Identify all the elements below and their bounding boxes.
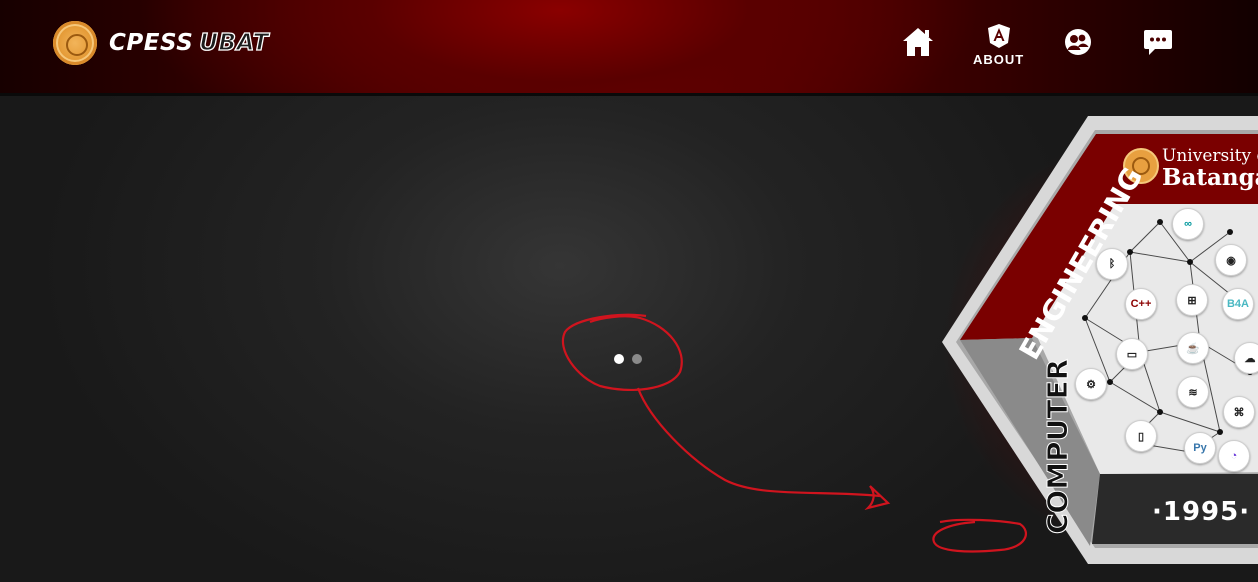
nav-about-label: ABOUT: [973, 52, 1025, 67]
computer-banner: COMPUTER: [1041, 358, 1075, 535]
carousel-indicators: [614, 354, 642, 364]
nav-about[interactable]: ABOUT: [973, 23, 1024, 67]
cplusplus-icon: C++: [1125, 288, 1157, 320]
university-name: University of Batangas: [1162, 146, 1258, 191]
main-nav: ABOUT: [0, 22, 1258, 72]
nav-officers[interactable]: [1064, 28, 1092, 59]
arduino-icon: ∞: [1172, 208, 1204, 240]
home-icon: [903, 28, 933, 56]
monitor-icon: ▭: [1116, 338, 1148, 370]
founding-year: ·1995·: [1152, 497, 1251, 527]
app-grid-icon: ⌘: [1223, 396, 1255, 428]
people-circle-icon: [1065, 29, 1091, 55]
gear-icon: ⚙: [1075, 368, 1107, 400]
nav-messages[interactable]: [1143, 28, 1173, 59]
top-navbar: CPESS UBAT ABOUT: [0, 0, 1258, 96]
network-icon: ⊞: [1176, 284, 1208, 316]
cpe-hex-logo: University of Batangas ENGINEERING COMPU…: [900, 112, 1258, 582]
carousel-dot-1[interactable]: [614, 354, 624, 364]
phone-icon: ▯: [1125, 420, 1157, 452]
bot-icon: ◔: [1218, 440, 1250, 472]
wifi-icon: ≋: [1177, 376, 1209, 408]
university-name-line2: Batangas: [1162, 164, 1258, 191]
carousel-dot-2[interactable]: [632, 354, 642, 364]
university-name-line1: University of: [1162, 146, 1258, 166]
bluetooth-icon: ᛒ: [1096, 248, 1128, 280]
angular-icon: [987, 24, 1010, 48]
nav-home[interactable]: [901, 26, 935, 61]
java-icon: ☕: [1177, 332, 1209, 364]
b4a-icon: B4A: [1222, 288, 1254, 320]
android-icon: ◉: [1215, 244, 1247, 276]
cloud-download-icon: ☁: [1234, 342, 1258, 374]
python-icon: Py: [1184, 432, 1216, 464]
chat-bubble-icon: [1144, 30, 1172, 55]
